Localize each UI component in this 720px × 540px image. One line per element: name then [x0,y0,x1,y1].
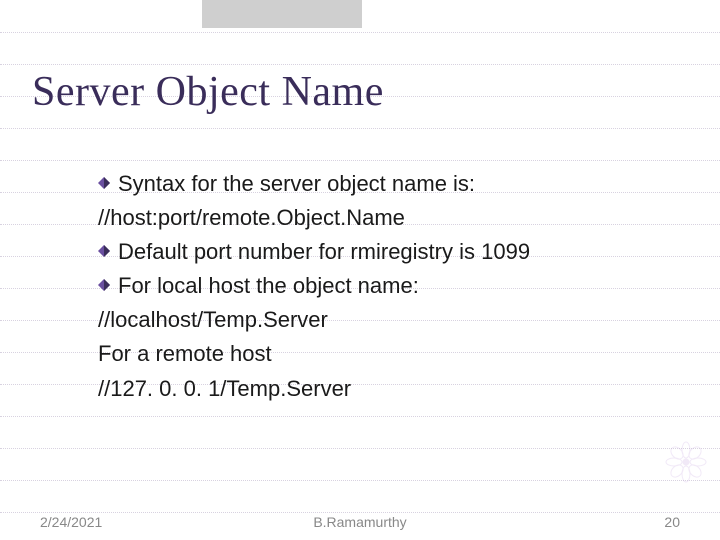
body-line: //127. 0. 0. 1/Temp.Server [98,372,658,406]
body-line: For local host the object name: [98,269,658,303]
body-text: For a remote host [98,337,272,371]
body-line: For a remote host [98,337,658,371]
body-text: Default port number for rmiregistry is 1… [118,235,530,269]
diamond-bullet-icon [98,279,110,291]
footer-author: B.Ramamurthy [0,514,720,530]
body-text: For local host the object name: [118,269,419,303]
diamond-bullet-icon [98,245,110,257]
flower-decoration-icon [662,438,710,486]
body-line: //localhost/Temp.Server [98,303,658,337]
body-text: //localhost/Temp.Server [98,303,328,337]
top-shadow-bar [202,0,362,28]
slide-body: Syntax for the server object name is://h… [98,167,658,406]
slide-title: Server Object Name [32,68,384,116]
diamond-bullet-icon [98,177,110,189]
body-line: //host:port/remote.Object.Name [98,201,658,235]
body-line: Default port number for rmiregistry is 1… [98,235,658,269]
body-text: //127. 0. 0. 1/Temp.Server [98,372,351,406]
footer-page-number: 20 [664,514,680,530]
body-text: //host:port/remote.Object.Name [98,201,405,235]
body-line: Syntax for the server object name is: [98,167,658,201]
body-text: Syntax for the server object name is: [118,167,475,201]
